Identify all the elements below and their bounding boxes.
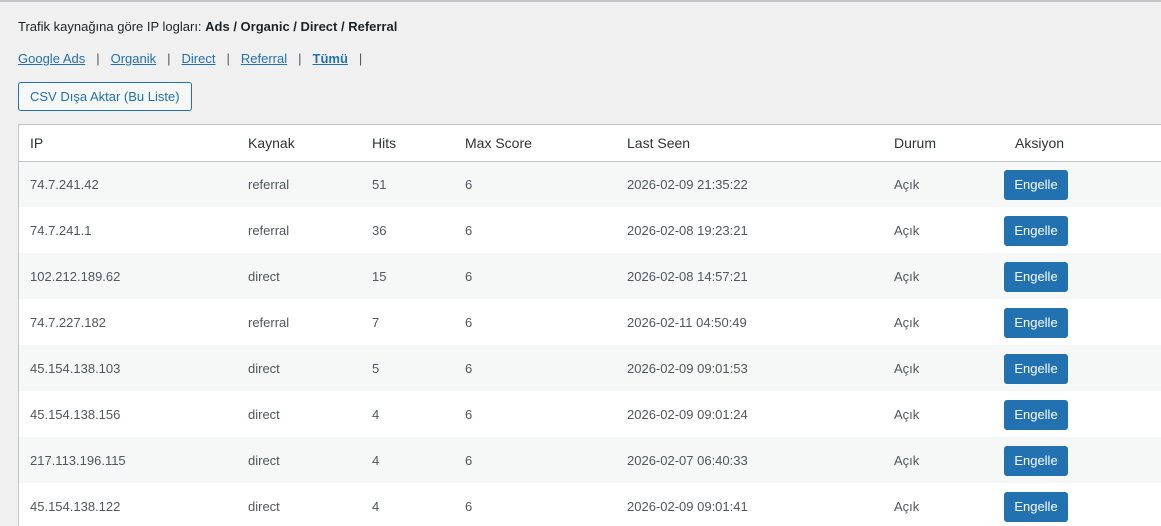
cell-ip: 45.154.138.122 xyxy=(19,483,237,526)
cell-ip: 45.154.138.103 xyxy=(19,345,237,391)
cell-action: Engelle xyxy=(1004,345,1161,391)
cell-hits: 51 xyxy=(361,161,454,207)
cell-action: Engelle xyxy=(1004,207,1161,253)
cell-action: Engelle xyxy=(1004,161,1161,207)
cell-action: Engelle xyxy=(1004,483,1161,526)
filter-separator: | xyxy=(167,51,171,66)
cell-last-seen: 2026-02-08 14:57:21 xyxy=(616,253,883,299)
cell-max-score: 6 xyxy=(454,299,616,345)
cell-last-seen: 2026-02-11 04:50:49 xyxy=(616,299,883,345)
column-header-ip: IP xyxy=(19,125,237,162)
block-ip-button[interactable]: Engelle xyxy=(1004,446,1068,476)
table-row: 45.154.138.103 direct 5 6 2026-02-09 09:… xyxy=(19,345,1161,391)
filter-all[interactable]: Tümü xyxy=(313,51,348,66)
block-ip-button[interactable]: Engelle xyxy=(1004,262,1068,292)
table-row: 45.154.138.122 direct 4 6 2026-02-09 09:… xyxy=(19,483,1161,526)
filter-separator: | xyxy=(358,51,363,66)
cell-action: Engelle xyxy=(1004,253,1161,299)
block-ip-button[interactable]: Engelle xyxy=(1004,354,1068,384)
cell-max-score: 6 xyxy=(454,345,616,391)
filter-referral[interactable]: Referral xyxy=(241,51,287,66)
cell-max-score: 6 xyxy=(454,161,616,207)
intro-prefix: Trafik kaynağına göre IP logları: xyxy=(18,19,206,34)
filter-separator: | xyxy=(226,51,230,66)
table-row: 102.212.189.62 direct 15 6 2026-02-08 14… xyxy=(19,253,1161,299)
ip-log-table-container: IP Kaynak Hits Max Score Last Seen Durum… xyxy=(18,124,1161,526)
column-header-action: Aksiyon xyxy=(1004,125,1161,162)
block-ip-button[interactable]: Engelle xyxy=(1004,492,1068,522)
cell-status: Açık xyxy=(883,161,1004,207)
block-ip-button[interactable]: Engelle xyxy=(1004,216,1068,246)
cell-ip: 45.154.138.156 xyxy=(19,391,237,437)
cell-max-score: 6 xyxy=(454,253,616,299)
cell-status: Açık xyxy=(883,345,1004,391)
cell-source: referral xyxy=(237,207,361,253)
cell-source: direct xyxy=(237,391,361,437)
filter-separator: | xyxy=(298,51,302,66)
filter-direct[interactable]: Direct xyxy=(182,51,216,66)
table-row: 45.154.138.156 direct 4 6 2026-02-09 09:… xyxy=(19,391,1161,437)
cell-ip: 74.7.241.1 xyxy=(19,207,237,253)
column-header-source: Kaynak xyxy=(237,125,361,162)
cell-ip: 102.212.189.62 xyxy=(19,253,237,299)
column-header-hits: Hits xyxy=(361,125,454,162)
cell-last-seen: 2026-02-09 09:01:53 xyxy=(616,345,883,391)
intro-sources: Ads / Organic / Direct / Referral xyxy=(205,19,398,34)
cell-ip: 74.7.241.42 xyxy=(19,161,237,207)
cell-max-score: 6 xyxy=(454,207,616,253)
cell-last-seen: 2026-02-09 09:01:24 xyxy=(616,391,883,437)
cell-last-seen: 2026-02-09 09:01:41 xyxy=(616,483,883,526)
cell-last-seen: 2026-02-09 21:35:22 xyxy=(616,161,883,207)
cell-hits: 4 xyxy=(361,437,454,483)
table-row: 217.113.196.115 direct 4 6 2026-02-07 06… xyxy=(19,437,1161,483)
block-ip-button[interactable]: Engelle xyxy=(1004,400,1068,430)
cell-last-seen: 2026-02-08 19:23:21 xyxy=(616,207,883,253)
cell-hits: 15 xyxy=(361,253,454,299)
cell-action: Engelle xyxy=(1004,299,1161,345)
top-divider xyxy=(0,0,1161,2)
cell-ip: 217.113.196.115 xyxy=(19,437,237,483)
cell-status: Açık xyxy=(883,437,1004,483)
table-header-row: IP Kaynak Hits Max Score Last Seen Durum… xyxy=(19,125,1161,162)
filter-google-ads[interactable]: Google Ads xyxy=(18,51,85,66)
cell-action: Engelle xyxy=(1004,437,1161,483)
cell-status: Açık xyxy=(883,483,1004,526)
ip-log-table: IP Kaynak Hits Max Score Last Seen Durum… xyxy=(19,125,1161,526)
cell-source: direct xyxy=(237,253,361,299)
block-ip-button[interactable]: Engelle xyxy=(1004,308,1068,338)
cell-last-seen: 2026-02-07 06:40:33 xyxy=(616,437,883,483)
cell-hits: 5 xyxy=(361,345,454,391)
filter-organik[interactable]: Organik xyxy=(111,51,157,66)
cell-max-score: 6 xyxy=(454,483,616,526)
cell-source: direct xyxy=(237,437,361,483)
table-row: 74.7.241.42 referral 51 6 2026-02-09 21:… xyxy=(19,161,1161,207)
cell-action: Engelle xyxy=(1004,391,1161,437)
cell-source: referral xyxy=(237,161,361,207)
column-header-max-score: Max Score xyxy=(454,125,616,162)
cell-hits: 4 xyxy=(361,391,454,437)
filter-separator: | xyxy=(96,51,100,66)
cell-max-score: 6 xyxy=(454,437,616,483)
cell-source: referral xyxy=(237,299,361,345)
cell-max-score: 6 xyxy=(454,391,616,437)
cell-ip: 74.7.227.182 xyxy=(19,299,237,345)
cell-status: Açık xyxy=(883,391,1004,437)
cell-hits: 36 xyxy=(361,207,454,253)
cell-source: direct xyxy=(237,345,361,391)
page-description: Trafik kaynağına göre IP logları: Ads / … xyxy=(18,19,397,34)
column-header-status: Durum xyxy=(883,125,1004,162)
cell-source: direct xyxy=(237,483,361,526)
cell-status: Açık xyxy=(883,299,1004,345)
block-ip-button[interactable]: Engelle xyxy=(1004,170,1068,201)
cell-hits: 4 xyxy=(361,483,454,526)
table-row: 74.7.227.182 referral 7 6 2026-02-11 04:… xyxy=(19,299,1161,345)
cell-hits: 7 xyxy=(361,299,454,345)
table-row: 74.7.241.1 referral 36 6 2026-02-08 19:2… xyxy=(19,207,1161,253)
column-header-last-seen: Last Seen xyxy=(616,125,883,162)
csv-export-button[interactable]: CSV Dışa Aktar (Bu Liste) xyxy=(18,82,192,111)
cell-status: Açık xyxy=(883,207,1004,253)
source-filter-links: Google Ads | Organik | Direct | Referral | Tümü | xyxy=(18,51,373,66)
cell-status: Açık xyxy=(883,253,1004,299)
